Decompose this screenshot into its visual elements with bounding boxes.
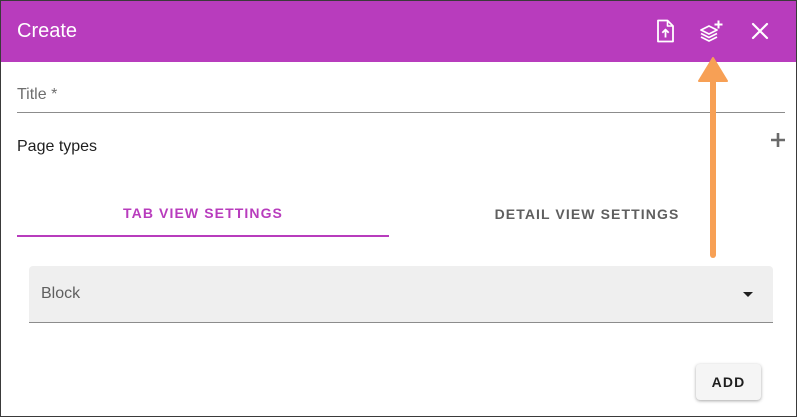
dialog-title: Create [17, 20, 78, 42]
add-layer-button[interactable] [694, 14, 728, 48]
tab-detail-view-settings[interactable]: DETAIL VIEW SETTINGS [401, 191, 773, 237]
layers-plus-icon [698, 19, 724, 43]
add-page-type-button[interactable] [767, 129, 789, 151]
title-field-label: Title * [17, 86, 58, 103]
block-select-value: Block [41, 285, 81, 302]
close-button[interactable] [743, 14, 777, 48]
settings-tabs: TAB VIEW SETTINGS DETAIL VIEW SETTINGS [17, 191, 785, 239]
tab-view-settings[interactable]: TAB VIEW SETTINGS [17, 191, 389, 237]
close-icon [751, 22, 769, 40]
dropdown-caret-icon [743, 292, 753, 297]
add-button[interactable]: ADD [696, 364, 761, 400]
plus-icon [767, 133, 789, 155]
block-select[interactable]: Block [29, 266, 773, 323]
title-field[interactable]: Title * [17, 81, 785, 113]
file-upload-button[interactable] [648, 14, 682, 48]
dialog-header: Create [1, 1, 796, 62]
create-dialog: Create Title * Page types TAB VIEW SETTI… [0, 0, 797, 417]
file-upload-icon [655, 19, 675, 43]
page-types-label: Page types [17, 138, 98, 155]
